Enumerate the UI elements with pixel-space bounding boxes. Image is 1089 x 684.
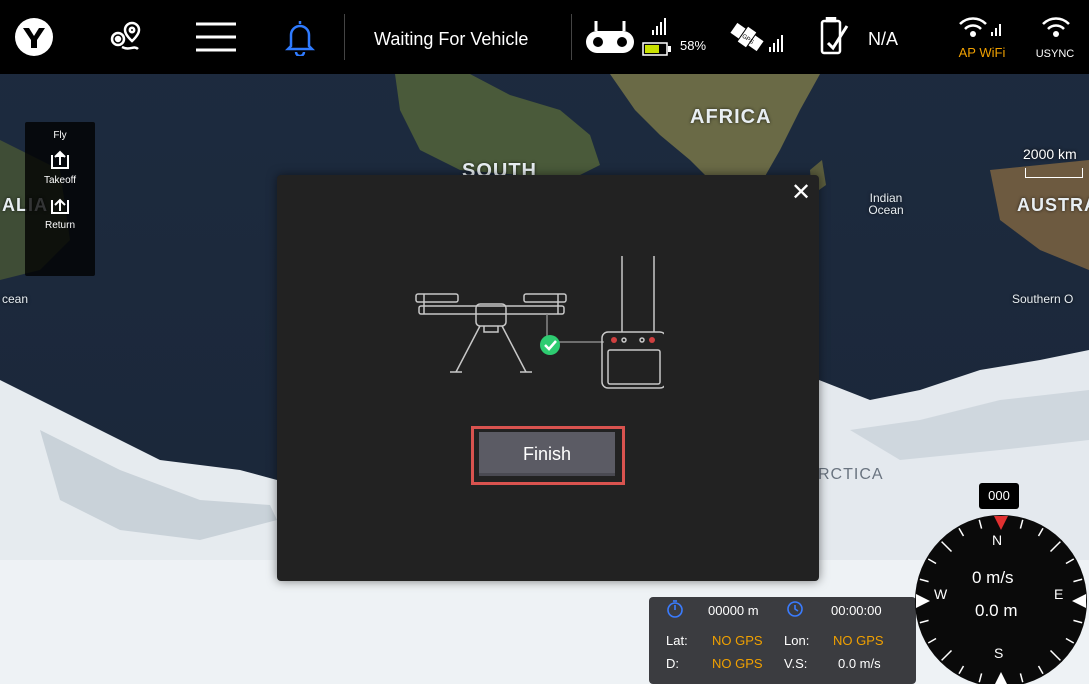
remote-controller-device-icon [601, 256, 667, 389]
gps-satellite-icon[interactable]: GPS [728, 0, 792, 74]
fly-panel: Fly Takeoff Return [25, 122, 95, 276]
flight-time-value: 00:00:00 [831, 603, 882, 618]
lon-label: Lon: [784, 633, 810, 648]
compass-south: S [994, 645, 1004, 661]
distance-icon [665, 599, 685, 624]
heading-value: 000 [979, 483, 1019, 509]
lon-value: NO GPS [833, 633, 884, 648]
ap-wifi-label: AP WiFi [958, 45, 1006, 60]
distance-value: 00000 m [708, 603, 759, 618]
compass-east: E [1054, 586, 1064, 602]
takeoff-icon [51, 150, 69, 169]
return-home-icon [51, 198, 69, 214]
battery-icon [641, 0, 673, 74]
map-label-ocean: Ocean [868, 203, 904, 217]
usync-label: USYNC [1035, 48, 1075, 60]
return-label: Return [44, 220, 75, 231]
takeoff-button[interactable]: Takeoff [25, 149, 95, 186]
vehicle-battery-icon[interactable] [812, 0, 856, 74]
compass-altitude: 0.0 m [975, 601, 1018, 620]
drone-icon [415, 293, 567, 373]
map-label-antarctica: RCTICA [818, 466, 884, 483]
remote-controller-icon[interactable] [583, 0, 637, 74]
menu-icon[interactable] [192, 0, 240, 74]
usync-icon[interactable] [1036, 0, 1076, 74]
vs-value: 0.0 m/s [838, 656, 881, 671]
drone-controller-connected-illustration [414, 254, 667, 395]
map-label-austra: AUSTRA [1017, 195, 1089, 215]
compass-north: N [992, 532, 1003, 548]
takeoff-label: Takeoff [43, 175, 77, 186]
map-scale-bar [1025, 168, 1083, 178]
vehicle-battery-value: N/A [868, 29, 899, 49]
topbar-divider [571, 14, 572, 60]
wifi-icon[interactable] [952, 0, 1012, 74]
lat-label: Lat: [666, 633, 688, 648]
topbar-divider [344, 14, 345, 60]
finish-button[interactable]: Finish [479, 432, 615, 476]
compass-west: W [934, 586, 948, 602]
map-label-indian-ocean: Indian Ocean [866, 192, 906, 216]
compass-speed: 0 m/s [972, 568, 1014, 587]
vs-label: V.S: [784, 656, 808, 671]
map-label-africa: AFRICA [690, 106, 772, 128]
waypoint-icon[interactable] [102, 0, 150, 74]
close-icon[interactable]: ✕ [790, 180, 812, 206]
lat-value: NO GPS [712, 633, 763, 648]
top-bar: Waiting For Vehicle 58% GPS N/A AP WiFi … [0, 0, 1089, 74]
d-value: NO GPS [712, 656, 763, 671]
d-label: D: [666, 656, 679, 671]
controller-battery-percent: 58% [680, 38, 707, 53]
map-scale-label: 2000 km [1023, 146, 1077, 162]
map-label-southern: Southern O [1012, 292, 1074, 306]
clock-icon [785, 599, 805, 624]
map-label-cean: cean [2, 292, 29, 306]
fly-panel-title: Fly [53, 130, 67, 141]
return-button[interactable]: Return [25, 194, 95, 231]
app-logo-icon[interactable] [8, 0, 60, 74]
bell-icon[interactable] [280, 0, 320, 74]
vehicle-status-text: Waiting For Vehicle [374, 29, 529, 49]
